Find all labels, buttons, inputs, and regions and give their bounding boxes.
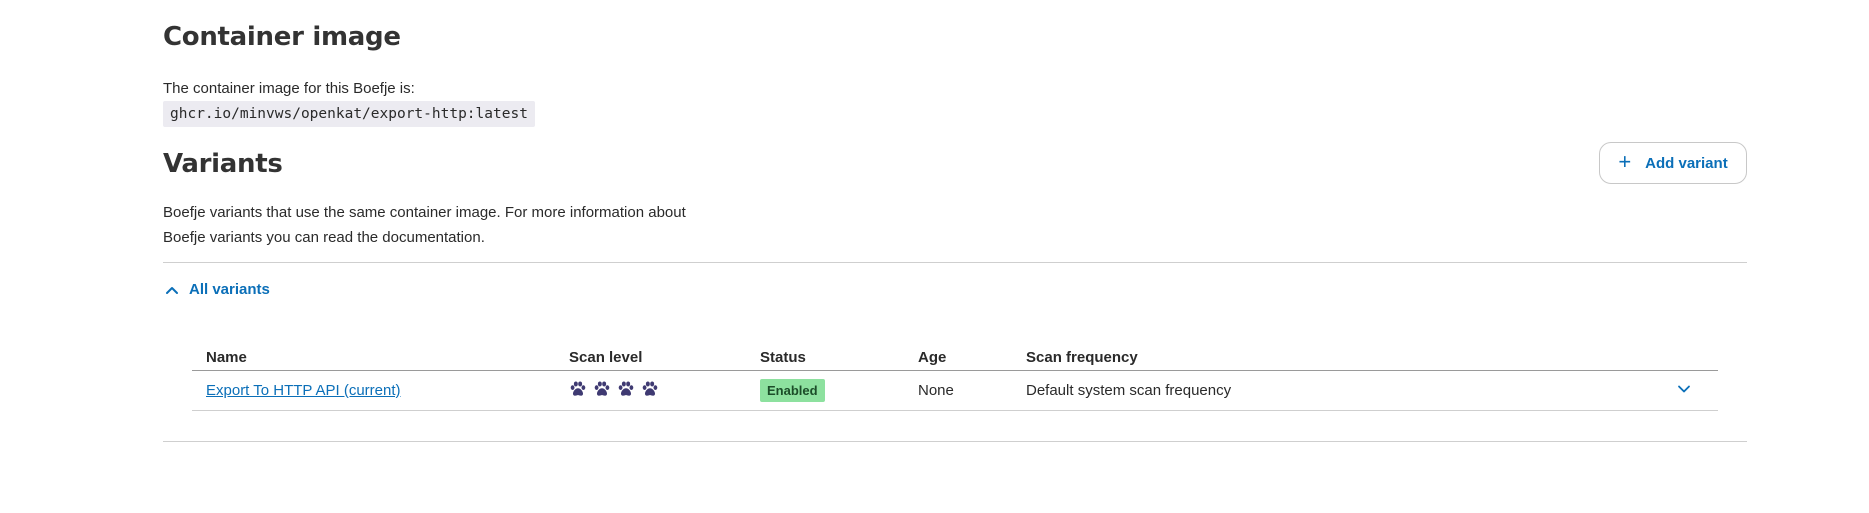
- cell-scan-frequency: Default system scan frequency: [1012, 370, 1392, 411]
- add-variant-label: Add variant: [1645, 154, 1728, 172]
- column-header-status: Status: [746, 344, 904, 371]
- paw-icon: [594, 380, 610, 396]
- variants-table: Name Scan level Status Age Scan frequenc…: [192, 344, 1718, 411]
- cell-age: None: [904, 370, 1012, 411]
- boefje-detail-page: Container image The container image for …: [0, 0, 1869, 513]
- cell-status: Enabled: [746, 370, 904, 411]
- column-header-age: Age: [904, 344, 1012, 371]
- chevron-up-icon: [166, 286, 178, 294]
- column-header-actions: [1392, 344, 1718, 371]
- container-image-intro: The container image for this Boefje is:: [163, 80, 415, 97]
- variant-name-link[interactable]: Export To HTTP API (current): [206, 382, 401, 399]
- variants-description: Boefje variants that use the same contai…: [163, 204, 686, 246]
- table-row: Export To HTTP API (current) Enabled Non…: [192, 370, 1718, 411]
- paw-icon: [570, 380, 586, 396]
- divider-bottom: [163, 441, 1747, 442]
- all-variants-toggle[interactable]: All variants: [165, 281, 270, 298]
- cell-scan-level: [555, 370, 746, 411]
- variants-heading: Variants: [163, 149, 283, 179]
- container-image-code: ghcr.io/minvws/openkat/export-http:lates…: [163, 101, 535, 127]
- table-header-row: Name Scan level Status Age Scan frequenc…: [192, 344, 1718, 371]
- paw-icon: [618, 380, 634, 396]
- cell-name: Export To HTTP API (current): [192, 370, 555, 411]
- all-variants-label: All variants: [189, 281, 270, 298]
- divider-top: [163, 262, 1747, 263]
- column-header-name: Name: [192, 344, 555, 371]
- column-header-scan-frequency: Scan frequency: [1012, 344, 1392, 371]
- plus-icon: +: [1618, 149, 1632, 174]
- chevron-down-icon[interactable]: [1676, 381, 1692, 397]
- scan-level-paws: [569, 380, 659, 398]
- paw-icon: [642, 380, 658, 396]
- cell-expand: [1392, 370, 1718, 411]
- add-variant-button[interactable]: + Add variant: [1599, 142, 1747, 184]
- container-image-heading: Container image: [163, 22, 401, 52]
- status-badge: Enabled: [760, 379, 825, 402]
- column-header-scan-level: Scan level: [555, 344, 746, 371]
